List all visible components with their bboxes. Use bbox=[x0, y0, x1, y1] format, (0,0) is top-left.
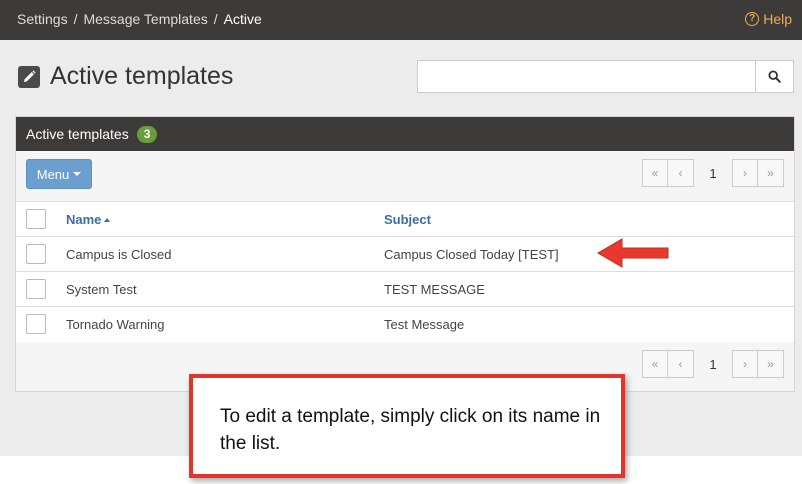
caret-down-icon bbox=[73, 172, 82, 176]
help-label: Help bbox=[763, 11, 792, 27]
sort-asc-icon bbox=[104, 218, 111, 223]
current-page: 1 bbox=[709, 356, 717, 372]
search-button[interactable] bbox=[755, 60, 794, 93]
table-row: Campus is Closed Campus Closed Today [TE… bbox=[16, 236, 794, 272]
breadcrumb-separator: / bbox=[73, 11, 78, 27]
table-row: Tornado Warning Test Message bbox=[16, 306, 794, 342]
row-checkbox[interactable] bbox=[26, 314, 46, 335]
top-bar: Settings / Message Templates / Active ? Help bbox=[0, 0, 802, 40]
first-page-button[interactable]: « bbox=[642, 159, 668, 187]
breadcrumb-separator: / bbox=[213, 11, 218, 27]
last-page-button[interactable]: » bbox=[758, 159, 784, 187]
next-page-button[interactable]: › bbox=[732, 159, 758, 187]
page-header: Active templates bbox=[18, 62, 233, 91]
row-check-cell bbox=[16, 236, 64, 272]
help-link[interactable]: ? Help bbox=[745, 11, 792, 27]
prev-page-button[interactable]: ‹ bbox=[668, 350, 694, 378]
current-page: 1 bbox=[709, 165, 717, 181]
template-name[interactable]: System Test bbox=[64, 271, 384, 307]
page-title: Active templates bbox=[50, 62, 234, 90]
subject-column-label: Subject bbox=[384, 211, 431, 227]
pagination-top: « ‹ 1 › » bbox=[642, 159, 784, 187]
menu-button[interactable]: Menu bbox=[26, 159, 92, 189]
template-subject: Campus Closed Today [TEST] bbox=[384, 236, 794, 272]
select-all-cell bbox=[16, 201, 64, 237]
row-checkbox[interactable] bbox=[26, 279, 46, 299]
table-row: System Test TEST MESSAGE bbox=[16, 271, 794, 307]
first-page-button[interactable]: « bbox=[642, 350, 668, 378]
name-column-header[interactable]: Name bbox=[64, 201, 384, 237]
select-all-checkbox[interactable] bbox=[26, 209, 46, 229]
templates-table: Name Subject Campus is Closed Campus Clo… bbox=[16, 201, 794, 342]
search-input[interactable] bbox=[417, 60, 755, 93]
template-name[interactable]: Tornado Warning bbox=[64, 306, 384, 342]
subject-column-header[interactable]: Subject bbox=[384, 201, 794, 237]
annotation-arrow-icon bbox=[597, 238, 669, 268]
row-check-cell bbox=[16, 306, 64, 342]
count-badge: 3 bbox=[136, 125, 158, 143]
breadcrumb-message-templates[interactable]: Message Templates bbox=[83, 11, 207, 27]
row-checkbox[interactable] bbox=[26, 244, 46, 264]
next-page-button[interactable]: › bbox=[732, 350, 758, 378]
prev-page-button[interactable]: ‹ bbox=[668, 159, 694, 187]
table-header-row: Name Subject bbox=[16, 201, 794, 237]
panel-title: Active templates bbox=[26, 126, 129, 142]
search-icon bbox=[768, 70, 781, 83]
row-check-cell bbox=[16, 271, 64, 307]
template-subject: TEST MESSAGE bbox=[384, 271, 794, 307]
question-circle-icon: ? bbox=[745, 12, 760, 26]
search-bar bbox=[417, 60, 794, 93]
pagination-bottom: « ‹ 1 › » bbox=[642, 350, 784, 378]
callout-text: To edit a template, simply click on its … bbox=[220, 406, 601, 454]
templates-panel: Active templates 3 Menu « ‹ 1 › » Name S… bbox=[15, 116, 795, 392]
menu-label: Menu bbox=[36, 166, 70, 182]
breadcrumb: Settings / Message Templates / Active bbox=[17, 11, 262, 27]
template-subject: Test Message bbox=[384, 306, 794, 342]
panel-header: Active templates 3 bbox=[16, 117, 794, 151]
annotation-callout: To edit a template, simply click on its … bbox=[189, 374, 625, 478]
template-name[interactable]: Campus is Closed bbox=[64, 236, 384, 272]
edit-icon bbox=[18, 65, 40, 88]
breadcrumb-active: Active bbox=[223, 11, 262, 27]
last-page-button[interactable]: » bbox=[758, 350, 784, 378]
name-column-label: Name bbox=[66, 211, 102, 227]
breadcrumb-settings[interactable]: Settings bbox=[17, 11, 68, 27]
